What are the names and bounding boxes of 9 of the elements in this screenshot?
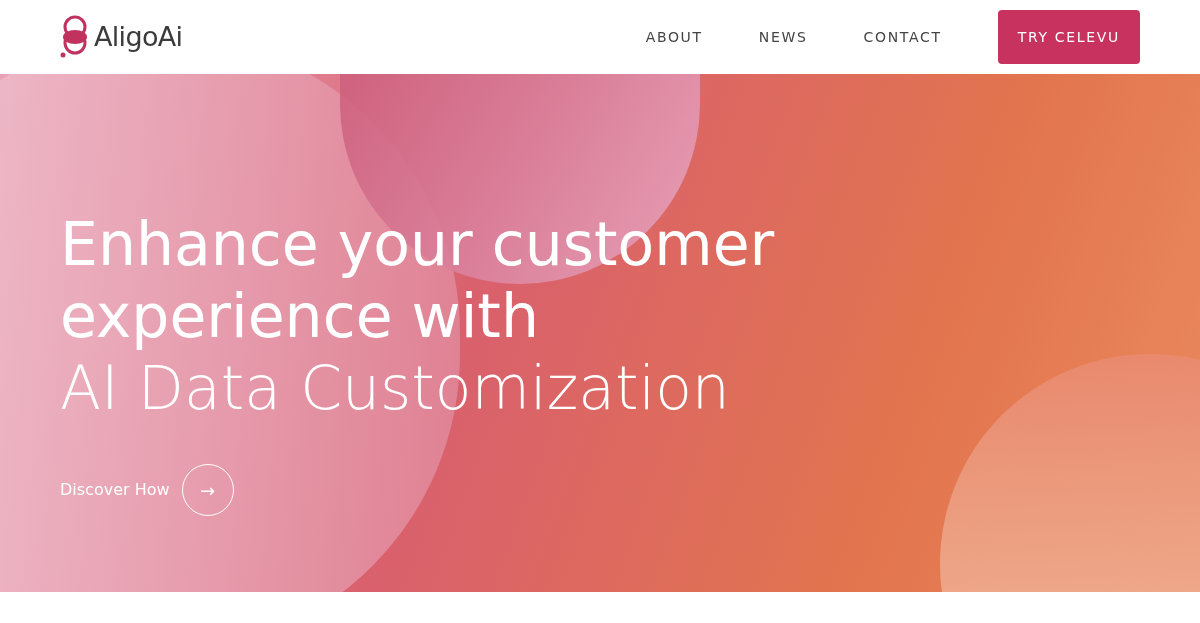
logo-text: AligoAi bbox=[94, 19, 183, 54]
hero-subline: AI Data Customization bbox=[60, 352, 731, 424]
hero-headline: experience with bbox=[60, 280, 540, 352]
nav-link[interactable]: ABOUT bbox=[645, 26, 703, 48]
hero-headline: Enhance your customer bbox=[60, 208, 776, 280]
nav-link[interactable]: CONTACT bbox=[863, 26, 942, 48]
logo-icon bbox=[60, 15, 90, 59]
try-button[interactable]: TRY CELEVU bbox=[997, 10, 1140, 64]
nav-link[interactable]: NEWS bbox=[758, 26, 808, 48]
